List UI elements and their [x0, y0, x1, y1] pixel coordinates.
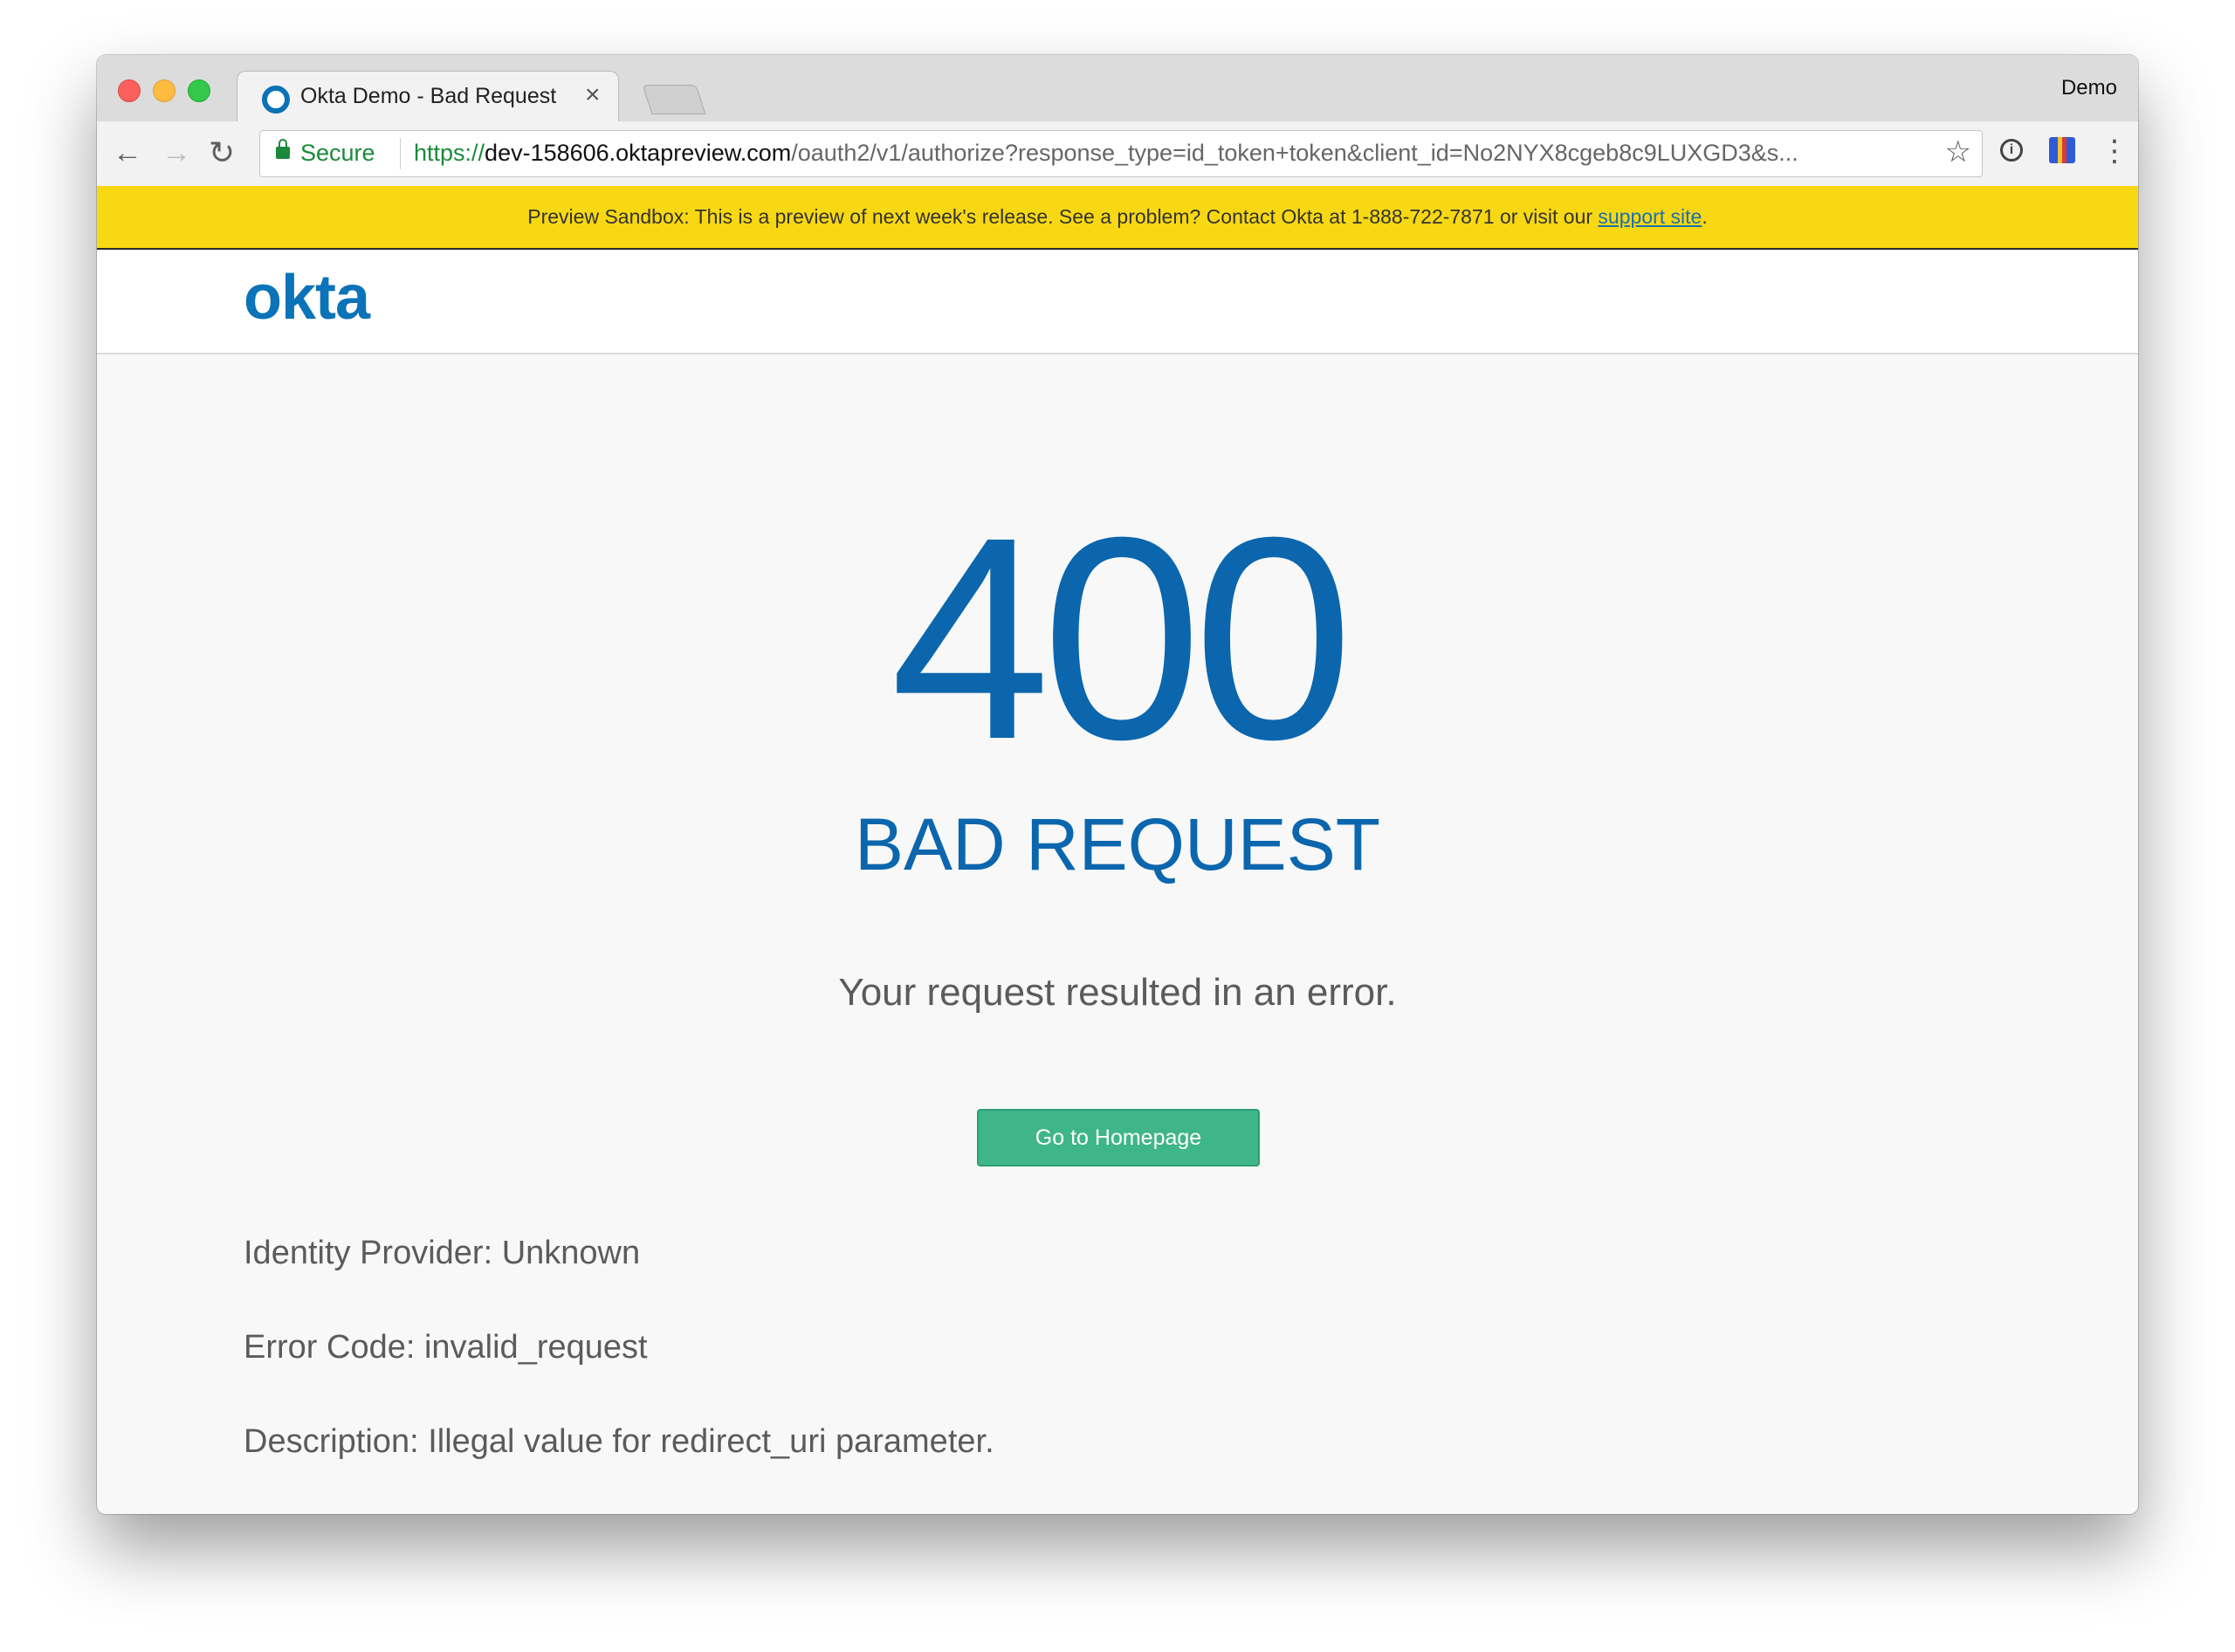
- address-separator: [400, 138, 401, 169]
- reload-icon[interactable]: ↻: [209, 134, 235, 172]
- browser-tab-active[interactable]: Okta Demo - Bad Request ×: [237, 71, 619, 122]
- error-title: BAD REQUEST: [854, 803, 1381, 885]
- support-site-link[interactable]: support site: [1598, 205, 1702, 228]
- browser-toolbar: ← → ↻ Secure https://dev-158606.oktaprev…: [97, 121, 2138, 187]
- back-arrow-icon[interactable]: ←: [113, 134, 142, 172]
- tab-title: Okta Demo - Bad Request: [300, 84, 557, 108]
- password-manager-icon[interactable]: i: [2000, 139, 2023, 162]
- banner-tail: .: [1702, 205, 1708, 228]
- new-tab-button[interactable]: [642, 85, 706, 114]
- description-detail: Description: Illegal value for redirect_…: [244, 1423, 994, 1460]
- preview-sandbox-banner: Preview Sandbox: This is a preview of ne…: [97, 186, 2138, 250]
- error-content: 400 BAD REQUEST Your request resulted in…: [97, 354, 2138, 1514]
- identity-provider-detail: Identity Provider: Unknown: [244, 1235, 641, 1271]
- title-bar: Okta Demo - Bad Request × Demo: [97, 55, 2138, 122]
- url-host: dev-158606.oktapreview.com: [485, 140, 792, 166]
- browser-menu-icon[interactable]: ⋮: [2100, 134, 2129, 169]
- secure-label: Secure: [300, 140, 375, 166]
- close-window-button[interactable]: [118, 79, 141, 102]
- forward-arrow-icon[interactable]: →: [162, 134, 191, 172]
- okta-favicon-icon: [262, 86, 290, 114]
- extension-icon[interactable]: [2049, 137, 2075, 163]
- url-text[interactable]: https://dev-158606.oktapreview.com/oauth…: [414, 140, 1798, 167]
- error-message: Your request resulted in an error.: [838, 971, 1397, 1014]
- minimize-window-button[interactable]: [153, 79, 175, 102]
- page-header: okta: [97, 250, 2138, 354]
- url-scheme: https://: [414, 140, 485, 166]
- go-to-homepage-button[interactable]: Go to Homepage: [977, 1109, 1260, 1167]
- profile-name[interactable]: Demo: [2061, 76, 2117, 100]
- error-code-detail: Error Code: invalid_request: [244, 1329, 648, 1366]
- okta-logo[interactable]: okta: [244, 266, 370, 329]
- url-path: /oauth2/v1/authorize?response_type=id_to…: [791, 140, 1798, 166]
- banner-text: Preview Sandbox: This is a preview of ne…: [527, 205, 1599, 228]
- address-bar[interactable]: Secure https://dev-158606.oktapreview.co…: [259, 130, 1983, 177]
- tab-close-icon[interactable]: ×: [585, 80, 601, 110]
- lock-icon: [276, 139, 290, 159]
- bookmark-star-icon[interactable]: ☆: [1945, 134, 1971, 169]
- maximize-window-button[interactable]: [188, 79, 210, 102]
- error-code-heading: 400: [890, 477, 1354, 799]
- browser-window: Okta Demo - Bad Request × Demo ← → ↻ Sec…: [97, 55, 2138, 1514]
